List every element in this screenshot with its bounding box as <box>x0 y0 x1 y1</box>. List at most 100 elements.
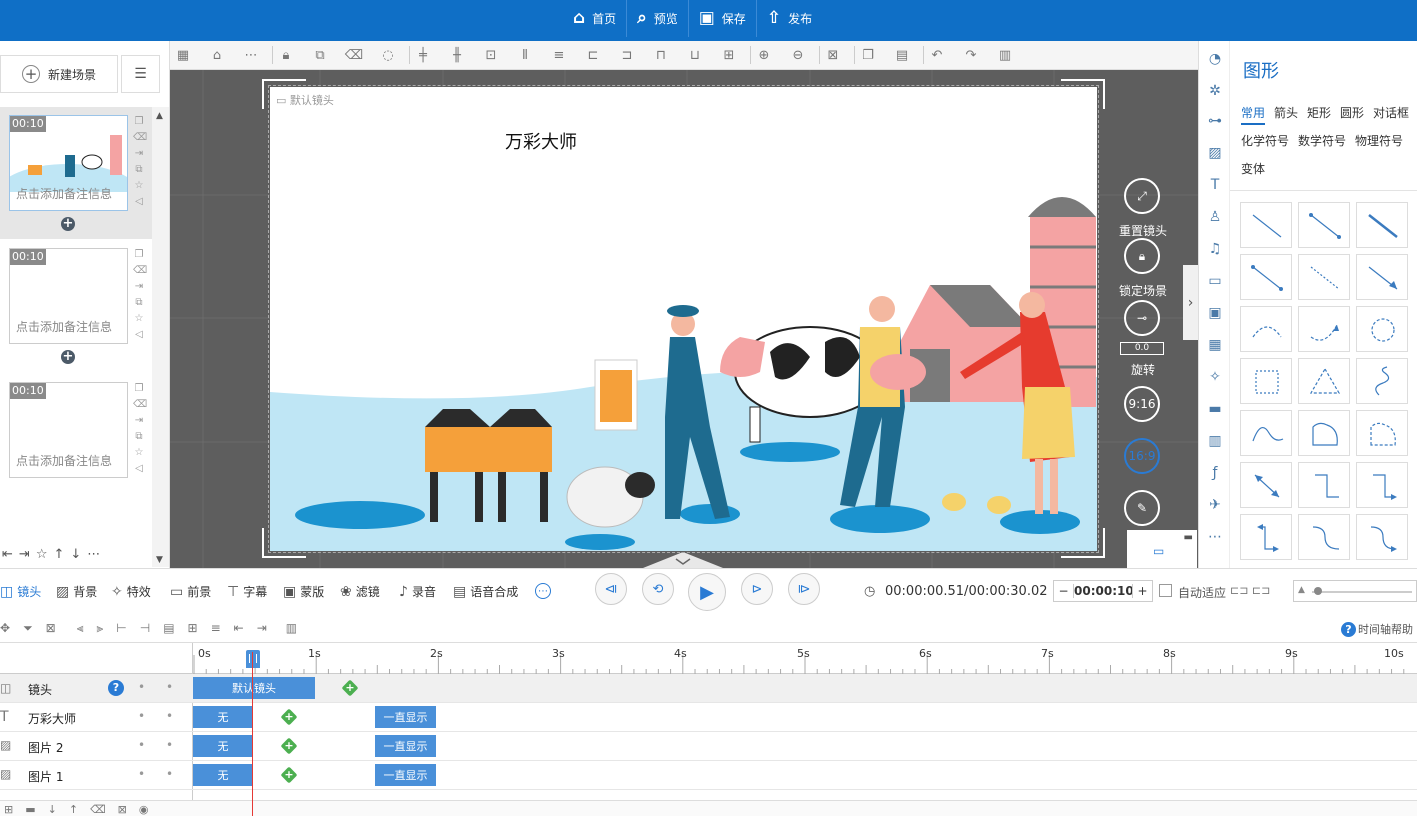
auto-fit-checkbox[interactable] <box>1159 584 1172 597</box>
scene-note[interactable]: 点击添加备注信息 <box>16 318 112 335</box>
photo-icon[interactable]: ▦ <box>1205 335 1225 355</box>
copy-icon[interactable]: ❐ <box>133 115 145 129</box>
align-right-icon[interactable]: ⊐ <box>616 45 638 65</box>
scene-thumbnail[interactable]: 00:10 点击添加备注信息 <box>9 248 128 344</box>
farm-illustration[interactable] <box>270 87 1097 551</box>
enter-effect-block[interactable]: 无 <box>193 706 253 728</box>
align-bottom-icon[interactable]: ⊔ <box>684 45 706 65</box>
align-center-v-icon[interactable]: ╪ <box>412 45 434 65</box>
tab-foreground[interactable]: ▭ 前景 <box>170 583 211 600</box>
shape-squiggle[interactable] <box>1356 358 1408 404</box>
play-button[interactable]: ▶ <box>688 573 726 611</box>
zoom-slider[interactable]: ▲ <box>1293 580 1417 602</box>
timeline-help-link[interactable]: ? 时间轴帮助 <box>1341 621 1413 637</box>
redo-icon[interactable]: ↷ <box>960 45 982 65</box>
export-icon[interactable]: ⇥ <box>133 147 145 161</box>
visible-dot[interactable]: • <box>138 680 145 694</box>
more-icon[interactable]: ⋯ <box>87 547 100 562</box>
ratio-169-button[interactable]: 16:9 <box>1124 438 1160 474</box>
folder-icon[interactable]: ▬ <box>1205 399 1225 419</box>
tab-record[interactable]: ♪ 录音 <box>399 583 436 600</box>
align-left-icon[interactable]: ⊏ <box>582 45 604 65</box>
scene-thumbnail[interactable]: 00:10 点击添加备注信息 <box>9 382 128 478</box>
plus-icon[interactable]: + <box>1132 584 1152 598</box>
lock-scene-button[interactable]: 🔒︎ <box>1124 238 1160 274</box>
rotate-value[interactable]: 0.0 <box>1120 342 1164 355</box>
shape-elbow-line[interactable] <box>1298 462 1350 508</box>
scene-item-1[interactable]: 00:10 点击添加备注信息 ❐ ⌫ ⇥ ⧉ ☆ ◁ + <box>0 107 152 239</box>
shape-double-arrow[interactable] <box>1240 462 1292 508</box>
trash-icon[interactable]: ⌫ <box>133 131 147 145</box>
move-up-icon[interactable]: ↑ <box>53 547 64 562</box>
prev-scene-button[interactable]: ⧏ <box>595 573 627 605</box>
copy-icon[interactable]: ❐ <box>857 45 879 65</box>
visible-dot[interactable]: • <box>138 709 145 723</box>
lock-icon[interactable]: ⊠ <box>118 803 127 816</box>
enter-effect-block[interactable]: 无 <box>193 764 253 786</box>
svg-icon[interactable]: ✲ <box>1205 81 1225 101</box>
filter-icon[interactable]: ⏷ <box>23 621 33 636</box>
align-top-icon[interactable]: ⊓ <box>650 45 672 65</box>
lens-block[interactable]: 默认镜头 <box>193 677 315 699</box>
tab-physics[interactable]: 物理符号 <box>1355 132 1403 149</box>
shape-dotted-line[interactable] <box>1298 254 1350 300</box>
minus-icon[interactable]: − <box>1054 584 1074 598</box>
shape-dashed-triangle[interactable] <box>1298 358 1350 404</box>
track-image-1[interactable]: ▨ 图片 1 • • 无 + 一直显示 <box>0 761 1417 790</box>
export-icon[interactable]: ⇥ <box>19 547 30 562</box>
add-track-icon[interactable]: ⊞ <box>4 803 13 816</box>
align-left-icon[interactable]: ⫷ <box>77 621 84 636</box>
home-view-icon[interactable]: ⌂ <box>206 45 228 65</box>
tab-lens[interactable]: ◫ 镜头 <box>0 583 41 600</box>
export-icon[interactable]: ⇥ <box>133 280 145 294</box>
film-icon[interactable]: ▥ <box>1205 431 1225 451</box>
shape-icon[interactable]: ◔ <box>1205 49 1225 69</box>
stage-title-text[interactable]: 万彩大师 <box>505 128 577 154</box>
align-start-icon[interactable]: ⊢ <box>116 621 126 636</box>
plane-icon[interactable]: ✈ <box>1205 495 1225 515</box>
shape-elbow-double-arrow[interactable] <box>1240 514 1292 560</box>
ruler-icon[interactable]: ⊞ <box>188 621 198 636</box>
delete-icon[interactable]: ⌫ <box>343 45 365 65</box>
diagram-icon[interactable]: ⊶ <box>1205 111 1225 131</box>
shape-curved-arrow[interactable] <box>1298 306 1350 352</box>
minimize-icon[interactable]: ▬ <box>1184 532 1193 543</box>
shape-dashed-circle[interactable] <box>1356 306 1408 352</box>
shape-elbow-arrow[interactable] <box>1356 462 1408 508</box>
lock-dot[interactable]: • <box>166 767 173 781</box>
tab-math[interactable]: 数学符号 <box>1298 132 1346 149</box>
group-icon[interactable]: ⧉ <box>309 45 331 65</box>
tab-rectangles[interactable]: 矩形 <box>1307 104 1331 121</box>
home-button[interactable]: ⌂ 首页 <box>563 0 626 37</box>
rotate-dial[interactable]: ⊸ <box>1124 300 1160 336</box>
visible-dot[interactable]: • <box>138 738 145 752</box>
edit-lens-button[interactable]: ✎ <box>1124 490 1160 526</box>
expand-panel-handle[interactable]: › <box>1183 265 1198 340</box>
formula-icon[interactable]: ƒ <box>1205 463 1225 483</box>
character-icon[interactable]: ♙ <box>1205 207 1225 227</box>
shape-dashed-rect[interactable] <box>1240 358 1292 404</box>
duplicate-icon[interactable]: ⧉ <box>133 296 145 310</box>
trash-icon[interactable]: ⌫ <box>90 803 106 816</box>
tab-subtitle[interactable]: ⊤ 字幕 <box>227 583 267 600</box>
image-icon[interactable]: ▨ <box>1205 143 1225 163</box>
add-scene-after-button[interactable]: + <box>61 217 75 231</box>
align-right-icon[interactable]: ⫸ <box>97 621 104 636</box>
undo-icon[interactable]: ↶ <box>926 45 948 65</box>
note-icon[interactable]: ▥ <box>286 621 297 636</box>
preview-button[interactable]: ⌕ 预览 <box>626 0 688 37</box>
shape-dashed-blob[interactable] <box>1356 410 1408 456</box>
rewind-button[interactable]: ⟲ <box>642 573 674 605</box>
export-icon[interactable]: ⇥ <box>133 414 145 428</box>
track-lens[interactable]: ◫ 镜头 ? • • 默认镜头 + <box>0 674 1417 703</box>
fit-icon[interactable]: ⊡ <box>480 45 502 65</box>
lock-dot[interactable]: • <box>166 680 173 694</box>
fill-icon[interactable]: ▤ <box>163 621 174 636</box>
shape-blob[interactable] <box>1298 410 1350 456</box>
magic-icon[interactable]: ✧ <box>1205 367 1225 387</box>
shape-double-line[interactable] <box>1356 202 1408 248</box>
duplicate-icon[interactable]: ⧉ <box>133 163 145 177</box>
lock-icon[interactable]: 🔒︎ <box>275 45 297 65</box>
minimap[interactable]: ▭ ▬ <box>1127 530 1197 568</box>
move-down-icon[interactable]: ↓ <box>48 803 57 816</box>
